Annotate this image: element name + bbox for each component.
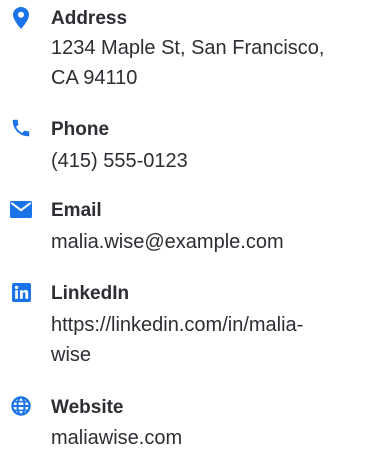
contact-label-email: Email [51,200,102,221]
contact-label-address: Address [51,8,128,29]
globe-icon [10,395,32,417]
envelope-icon [10,198,32,220]
contact-value-address: 1234 Maple St, San Francisco, CA 94110 [51,37,325,89]
contact-label-linkedin: LinkedIn [51,283,130,304]
contact-label-phone: Phone [51,119,110,140]
contact-value-email: malia.wise@example.com [51,231,284,253]
contact-label-website: Website [51,397,124,418]
map-pin-icon [10,7,32,29]
contact-list: Address 1234 Maple St, San Francisco, CA… [0,0,373,449]
linkedin-icon [10,281,32,303]
contact-value-website[interactable]: maliawise.com [51,423,371,449]
phone-icon [10,117,32,139]
contact-value-linkedin[interactable]: https://linkedin.com/in/malia- wise [51,310,371,370]
contact-value-phone: (415) 555-0123 [51,150,188,172]
